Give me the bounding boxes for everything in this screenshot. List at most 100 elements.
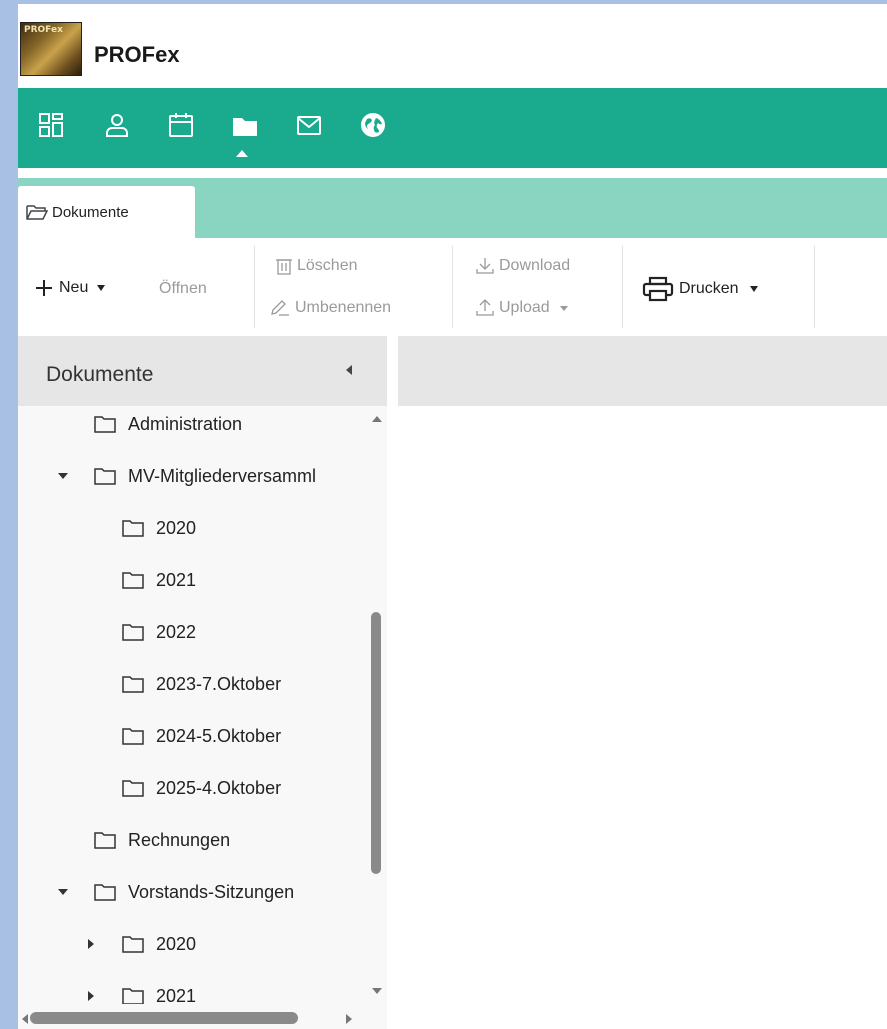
expand-arrow-icon[interactable] (84, 989, 98, 1003)
logo-text: PROFex (24, 25, 63, 35)
panel-header: Dokumente (18, 336, 387, 406)
folder-icon (122, 728, 144, 745)
tree-item[interactable]: 2024-5.Oktober (122, 710, 281, 762)
new-button[interactable]: Neu (34, 278, 106, 298)
scroll-up-icon[interactable] (372, 416, 382, 422)
app-window: PROFex PROFex Dokumente Neu Öffnen Lösch… (18, 4, 887, 1029)
folder-icon (94, 832, 116, 849)
globe-icon[interactable] (358, 110, 388, 140)
person-icon[interactable] (102, 110, 132, 140)
tree-item-label: 2024-5.Oktober (156, 725, 282, 746)
rename-button[interactable]: Umbenennen (270, 299, 391, 317)
expand-arrow-icon[interactable] (56, 469, 70, 483)
toolbar-separator (814, 246, 815, 328)
toolbar: Neu Öffnen Löschen Umbenennen Download U… (18, 238, 887, 336)
scroll-down-icon[interactable] (372, 988, 382, 994)
tree-item-label: Administration (128, 413, 243, 434)
expand-arrow-icon[interactable] (84, 937, 98, 951)
toolbar-separator (452, 246, 453, 328)
tree-item-label: MV-Mitgliederversamml (128, 465, 317, 486)
folder-icon[interactable] (230, 110, 260, 140)
download-label: Download (499, 257, 571, 274)
panel-title: Dokumente (46, 363, 154, 386)
tree-item-label: 2020 (156, 933, 197, 954)
tree-item[interactable]: 2022 (122, 606, 196, 658)
scroll-left-icon[interactable] (22, 1014, 28, 1024)
folder-open-icon (26, 205, 48, 220)
folder-icon (122, 676, 144, 693)
tree-item-label: 2023-7.Oktober (156, 673, 282, 694)
toolbar-separator (254, 246, 255, 328)
active-nav-indicator (236, 150, 248, 157)
chevron-down-icon (559, 305, 568, 311)
document-list-area (398, 406, 887, 1029)
tree-item[interactable]: 2025-4.Oktober (122, 762, 281, 814)
app-logo: PROFex (20, 22, 82, 76)
print-button[interactable]: Drucken (642, 276, 758, 302)
folder-icon (122, 936, 144, 953)
scrollbar-thumb[interactable] (30, 1012, 298, 1024)
tree-item[interactable]: Administration (94, 406, 242, 450)
folder-icon (122, 572, 144, 589)
chevron-down-icon (97, 285, 106, 291)
title-bar: PROFex PROFex (18, 4, 887, 88)
folder-icon (122, 520, 144, 537)
folder-icon (122, 988, 144, 1004)
open-button[interactable]: Öffnen (159, 280, 207, 298)
folder-icon (122, 780, 144, 797)
upload-button[interactable]: Upload (476, 299, 568, 317)
trash-icon (276, 259, 292, 275)
app-title: PROFex (94, 42, 180, 67)
tree-item-label: 2021 (156, 985, 197, 1005)
tree-item[interactable]: 2021 (84, 970, 196, 1004)
toolbar-separator (622, 246, 623, 328)
upload-label: Upload (499, 299, 550, 316)
collapse-panel-icon[interactable] (346, 365, 352, 375)
top-navigation (18, 88, 887, 168)
scrollbar-thumb[interactable] (371, 612, 381, 874)
folder-icon (122, 624, 144, 641)
tree-item-label: 2020 (156, 517, 197, 538)
rename-label: Umbenennen (295, 299, 392, 316)
delete-label: Löschen (297, 257, 358, 274)
upload-icon (476, 299, 494, 316)
download-icon (476, 258, 494, 274)
new-label: Neu (59, 279, 89, 296)
printer-icon (642, 276, 674, 302)
folder-panel: Dokumente Administration MV-Mitgliederve… (18, 336, 387, 1029)
calendar-icon[interactable] (166, 110, 196, 140)
dashboard-icon[interactable] (36, 110, 66, 140)
tab-label: Dokumente (52, 203, 129, 221)
mail-icon[interactable] (294, 110, 324, 140)
tree-item[interactable]: Vorstands-Sitzungen (56, 866, 294, 918)
tree-item-label: Vorstands-Sitzungen (128, 881, 295, 902)
download-button[interactable]: Download (476, 257, 570, 275)
tree-item-label: 2025-4.Oktober (156, 777, 282, 798)
tree-item[interactable]: MV-Mitgliederversamml (56, 450, 316, 502)
print-label: Drucken (679, 280, 739, 297)
content-header (398, 336, 887, 406)
tree-item[interactable]: 2023-7.Oktober (122, 658, 281, 710)
chevron-down-icon (749, 286, 758, 292)
open-label: Öffnen (159, 280, 207, 297)
folder-tree: Administration MV-Mitgliederversamml 202… (18, 406, 368, 1004)
nav-divider (18, 168, 887, 178)
delete-button[interactable]: Löschen (276, 257, 358, 275)
tree-item[interactable]: 2021 (122, 554, 196, 606)
folder-icon (94, 416, 116, 433)
folder-icon (94, 468, 116, 485)
expand-arrow-icon[interactable] (56, 885, 70, 899)
vertical-scrollbar[interactable] (368, 406, 387, 1004)
tab-dokumente[interactable]: Dokumente (18, 186, 195, 238)
tree-item-label: 2022 (156, 621, 197, 642)
plus-icon (36, 280, 52, 296)
folder-icon (94, 884, 116, 901)
tree-item[interactable]: 2020 (122, 502, 196, 554)
horizontal-scrollbar[interactable] (18, 1008, 387, 1029)
tree-item[interactable]: Rechnungen (94, 814, 230, 866)
scroll-right-icon[interactable] (346, 1014, 352, 1024)
pencil-icon (271, 300, 289, 316)
tree-item-label: Rechnungen (128, 829, 231, 850)
tree-item[interactable]: 2020 (84, 918, 196, 970)
tab-strip: Dokumente (18, 178, 887, 238)
